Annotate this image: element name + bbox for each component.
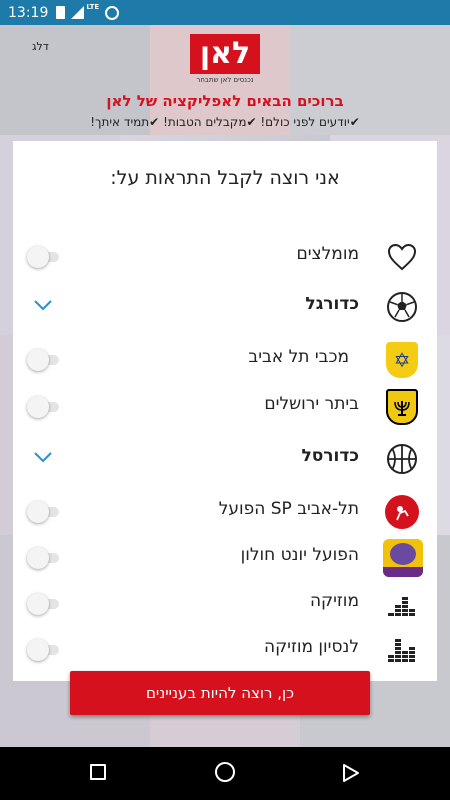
signal-icon [71,6,85,19]
toggle-switch[interactable] [27,396,59,418]
check-icon: ✔ [349,115,360,129]
row-label: כדורגל [305,294,359,314]
benefits-line: ✔יודעים לפני כולם! ✔מקבלים הטבות! ✔תמיד … [0,115,450,129]
recents-icon[interactable] [90,764,106,780]
row-label: ביתר ירושלים [264,394,359,414]
lan-logo: לאן נכנסים לאן שתבחר [190,34,260,86]
row-label: תל-אביב SP הפועל [218,499,359,519]
row-hapoel-holon[interactable]: הפועל יונט חולון [13,535,437,579]
toggle-switch[interactable] [27,501,59,523]
row-label: הפועל יונט חולון [240,545,359,565]
row-label: מוזיקה [309,591,359,611]
toggle-switch[interactable] [27,246,59,268]
status-time: 13:19 [8,4,49,21]
card-title: אני רוצה לקבל התראות על: [110,167,340,189]
hapoel-tel-aviv-logo [385,495,419,529]
equalizer-icon [385,633,419,667]
navigation-bar [0,747,450,800]
heart-icon [385,240,419,274]
check-icon: ✔ [246,115,257,129]
row-label: מומלצים [296,244,359,264]
basketball-icon [385,442,419,476]
hapoel-holon-logo [383,538,423,578]
row-music[interactable]: מוזיקה [13,581,437,625]
chevron-down-icon[interactable] [33,450,53,464]
beitar-jerusalem-logo [385,389,419,425]
toggle-switch[interactable] [27,349,59,371]
row-recommended[interactable]: מומלצים [13,234,437,278]
welcome-heading: ברוכים הבאים לאפליקציה של לאן [106,92,344,110]
row-soccer[interactable]: כדורגל [13,284,437,328]
row-beitar-jerusalem[interactable]: ביתר ירושלים [13,384,437,428]
row-label: כדורסל [301,446,359,466]
row-basketball[interactable]: כדורסל [13,436,437,480]
benefit-text: מקבלים הטבות! [163,115,247,129]
soccer-ball-icon [385,290,419,324]
row-maccabi-tel-aviv[interactable]: ✡ מכבי תל אביב [13,337,437,381]
row-music-trial[interactable]: לנסיון מוזיקה [13,627,437,671]
row-label: לנסיון מוזיקה [263,637,359,657]
toggle-switch[interactable] [27,639,59,661]
benefit-text: יודעים לפני כולם! [260,115,350,129]
sim-card-icon [56,6,66,19]
toggle-switch[interactable] [27,547,59,569]
logo-subtitle: נכנסים לאן שתבחר [196,76,254,84]
skip-link[interactable]: דלג [32,40,49,53]
check-icon: ✔ [149,115,160,129]
toggle-switch[interactable] [27,593,59,615]
equalizer-icon [385,587,419,621]
confirm-button[interactable]: כן, רוצה להיות בעניינים [70,671,370,715]
back-icon[interactable] [342,763,360,783]
status-bar: 13:19 LTE [0,0,450,25]
home-icon[interactable] [215,762,235,782]
row-label: מכבי תל אביב [248,347,349,367]
notifications-card: אני רוצה לקבל התראות על: מומלצים כדורגל … [13,141,437,681]
chevron-down-icon[interactable] [33,298,53,312]
alarm-icon [105,5,120,20]
maccabi-tel-aviv-logo: ✡ [385,342,419,378]
row-hapoel-tel-aviv[interactable]: תל-אביב SP הפועל [13,489,437,533]
benefit-text: תמיד איתך! [90,115,150,129]
network-type: LTE [86,2,100,11]
logo-text: לאן [190,34,260,74]
